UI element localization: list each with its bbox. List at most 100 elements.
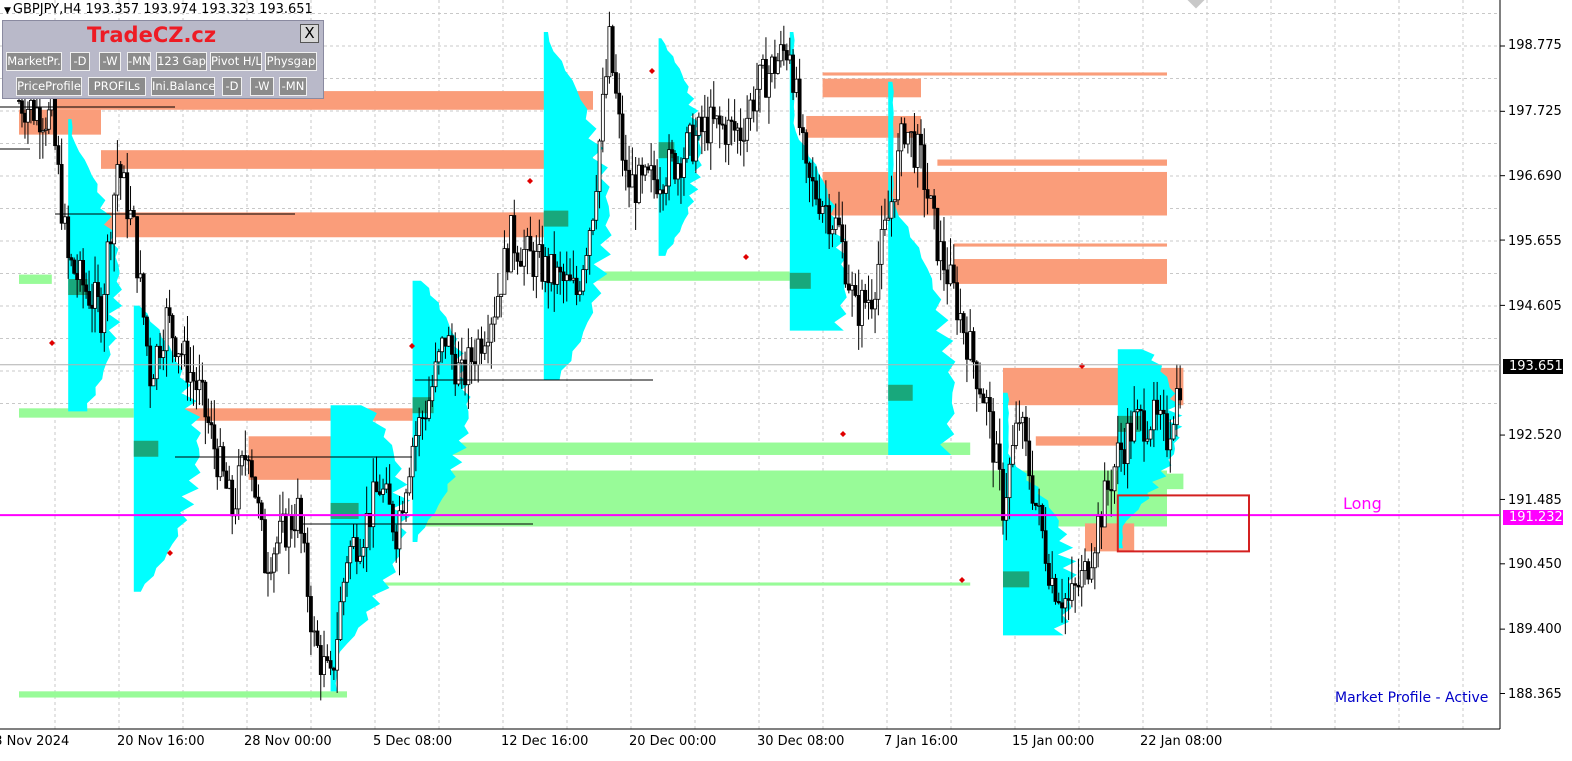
point-of-control — [789, 272, 811, 289]
candle-body — [633, 174, 638, 204]
candle-body — [699, 116, 704, 133]
candle-body — [1089, 567, 1094, 580]
weekly-profile-button[interactable]: -W — [99, 52, 121, 71]
candle-body — [138, 273, 143, 279]
candle-body — [764, 59, 768, 98]
candle-body — [436, 351, 441, 363]
candle-body — [531, 250, 536, 277]
candle-body — [170, 315, 175, 339]
candle-body — [761, 59, 765, 66]
profils-button[interactable]: PROFILs — [88, 77, 146, 96]
daily-profile-button[interactable]: -D — [70, 52, 90, 71]
candle-body — [873, 298, 877, 310]
candle-body — [574, 277, 579, 295]
candle-body — [345, 562, 349, 583]
candle-body — [614, 72, 618, 94]
collapse-triangle-icon[interactable]: ▼ — [4, 6, 11, 16]
candle-body — [32, 99, 36, 121]
candle-body — [607, 26, 612, 78]
chart-window[interactable]: ▼ GBPJPY,H4 193.357 193.974 193.323 193.6… — [0, 0, 1572, 761]
candle-body — [331, 667, 336, 671]
candle-body — [726, 119, 731, 145]
candle-body — [26, 108, 30, 123]
initial-balance-button[interactable]: Ini.Balance — [151, 77, 215, 96]
candle-body — [905, 131, 910, 145]
candle-body — [840, 224, 845, 243]
candle-body — [729, 119, 734, 122]
daily-ib-button[interactable]: -D — [222, 77, 242, 96]
candle-body — [145, 316, 149, 347]
candle-body — [269, 571, 273, 574]
candle-body — [690, 124, 695, 162]
close-panel-button[interactable]: X — [300, 24, 319, 43]
candle-body — [537, 244, 542, 252]
candle-body — [1135, 409, 1140, 413]
candle-body — [53, 97, 57, 147]
candle-body — [203, 381, 208, 418]
price-chart[interactable] — [0, 0, 1572, 761]
candle-body — [371, 481, 376, 528]
price-tick: 195.655 — [1508, 234, 1562, 249]
candle-body — [115, 164, 120, 196]
marketprofile-button[interactable]: MarketPr. — [6, 52, 62, 71]
candle-body — [775, 60, 780, 74]
gap-button[interactable]: 123 Gap — [156, 52, 207, 71]
candle-body — [714, 115, 719, 120]
date-tick: 22 Jan 08:00 — [1140, 734, 1223, 749]
candle-body — [128, 209, 133, 220]
candle-body — [682, 158, 686, 178]
weekly-ib-button[interactable]: -W — [250, 77, 274, 96]
candle-body — [558, 266, 563, 273]
candle-body — [200, 379, 205, 383]
candle-body — [1086, 561, 1091, 580]
candle-body — [505, 248, 510, 273]
candle-body — [1076, 584, 1081, 588]
candle-body — [518, 260, 523, 267]
candle-body — [278, 520, 282, 544]
candle-body — [243, 455, 248, 461]
price-tick: 192.520 — [1508, 428, 1562, 443]
candle-body — [661, 189, 665, 194]
candle-body — [534, 251, 539, 277]
monthly-ib-button[interactable]: -MN — [279, 77, 307, 96]
candle-body — [667, 149, 671, 187]
candle-body — [164, 307, 169, 352]
value-area-zone — [1167, 473, 1184, 490]
candle-body — [125, 172, 130, 220]
candle-body — [767, 73, 771, 98]
candle-body — [63, 216, 67, 224]
physgap-button[interactable]: Physgap — [265, 52, 317, 71]
candle-body — [72, 259, 77, 274]
candle-body — [735, 127, 740, 131]
supply-zone — [101, 212, 593, 238]
candle-body — [218, 446, 223, 478]
date-tick: 15 Jan 00:00 — [1012, 734, 1095, 749]
candle-body — [879, 229, 884, 265]
candle-body — [1020, 416, 1025, 424]
candle-body — [410, 445, 415, 478]
pivot-hl-button[interactable]: Pivot H/L — [210, 52, 262, 71]
monthly-profile-button[interactable]: -MN — [127, 52, 151, 71]
brand-logo: TradeCZ.cz — [87, 23, 217, 47]
candle-body — [794, 78, 799, 93]
candle-body — [430, 386, 435, 402]
candle-body — [1178, 388, 1183, 401]
candle-body — [568, 274, 572, 281]
candle-body — [804, 132, 809, 164]
candle-body — [561, 271, 566, 282]
priceprofile-button[interactable]: PriceProfile — [16, 77, 82, 96]
candle-body — [522, 249, 527, 267]
candle-body — [40, 130, 45, 133]
candle-body — [627, 169, 631, 188]
candle-body — [968, 331, 973, 360]
candle-body — [951, 264, 956, 284]
candle-body — [540, 244, 545, 282]
candle-body — [751, 99, 756, 112]
candle-body — [965, 332, 969, 360]
candle-body — [328, 660, 333, 669]
candle-body — [604, 76, 609, 95]
candle-body — [814, 180, 818, 200]
candle-body — [846, 283, 851, 291]
price-tick: 191.485 — [1508, 493, 1562, 508]
candle-body — [850, 285, 855, 291]
